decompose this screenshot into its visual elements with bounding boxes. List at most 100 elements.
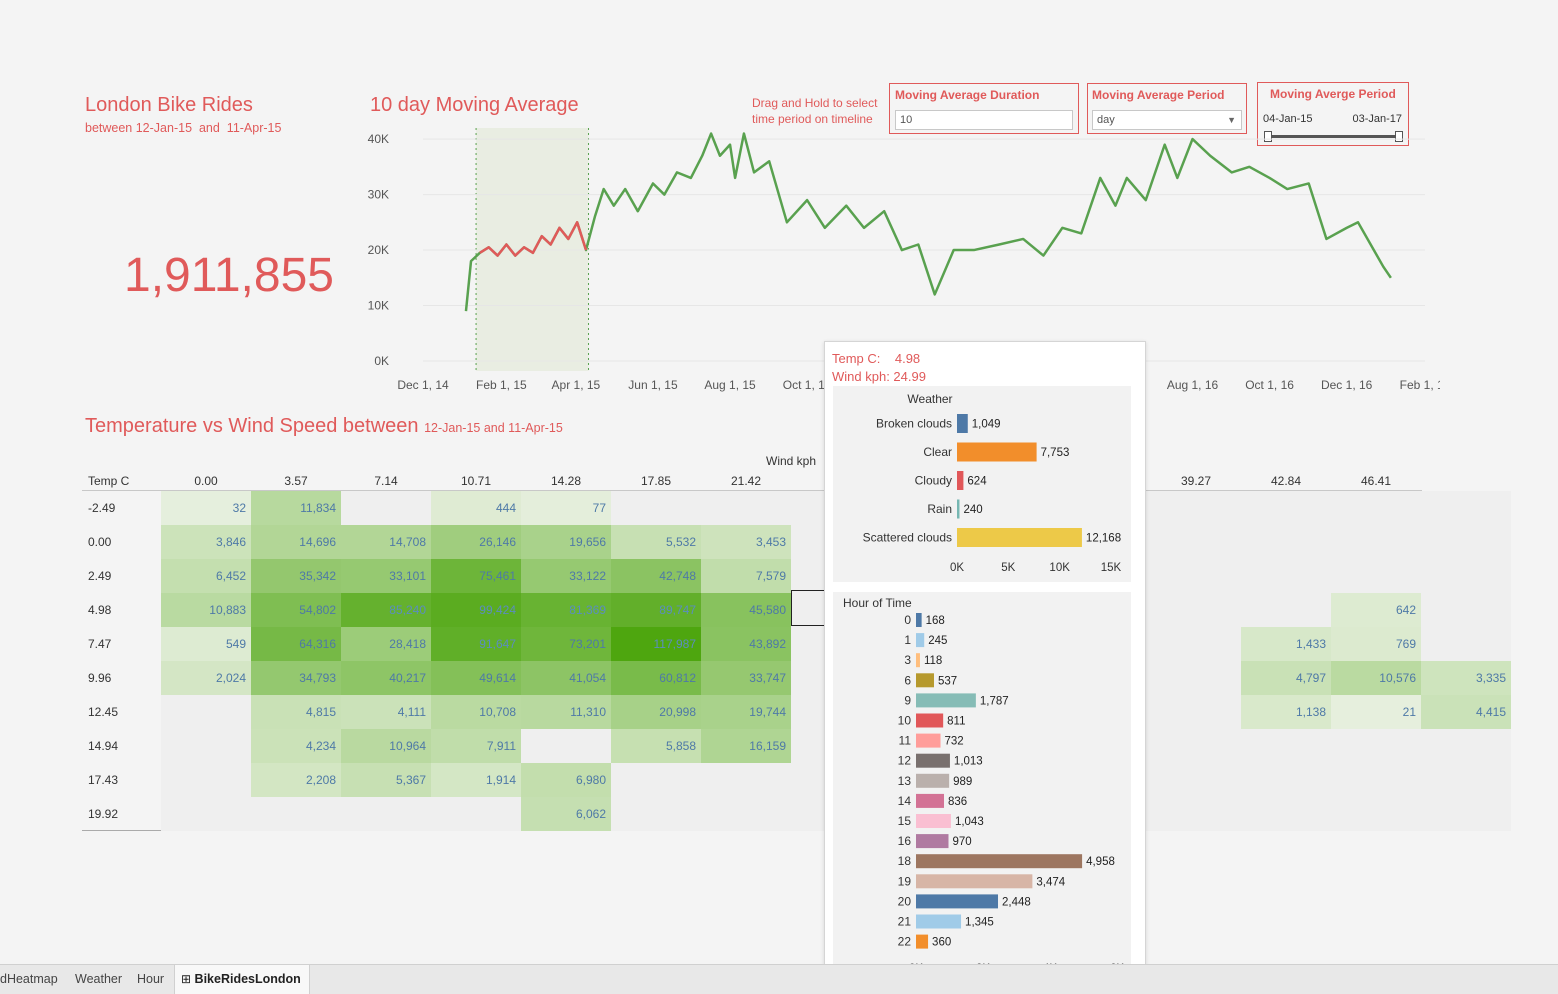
heatmap-cell[interactable]: 642 [1331, 593, 1421, 627]
bar[interactable] [916, 793, 945, 808]
heatmap-cell[interactable]: 26,146 [431, 525, 521, 559]
heatmap-cell[interactable]: 7,579 [701, 559, 791, 593]
heatmap-cell[interactable]: 10,576 [1331, 661, 1421, 695]
heatmap-cell[interactable]: 14,696 [251, 525, 341, 559]
heatmap-cell[interactable] [1241, 729, 1331, 763]
heatmap-cell[interactable] [1331, 729, 1421, 763]
heatmap-cell[interactable] [1151, 491, 1241, 525]
heatmap-cell[interactable] [1151, 559, 1241, 593]
bar[interactable] [957, 528, 1082, 547]
heatmap-cell[interactable]: 11,310 [521, 695, 611, 729]
bar[interactable] [916, 874, 1033, 889]
heatmap-cell[interactable] [1151, 797, 1241, 831]
heatmap-cell[interactable] [611, 491, 701, 525]
heatmap-cell[interactable] [1151, 763, 1241, 797]
heatmap-cell[interactable]: 33,101 [341, 559, 431, 593]
bar[interactable] [916, 854, 1083, 869]
heatmap-cell[interactable]: 2,024 [161, 661, 251, 695]
bar[interactable] [916, 613, 922, 627]
heatmap-cell[interactable] [611, 797, 701, 831]
heatmap-cell[interactable]: 21 [1331, 695, 1421, 729]
heatmap-cell[interactable]: 77 [521, 491, 611, 525]
heatmap-cell[interactable] [431, 797, 521, 831]
bar[interactable] [916, 814, 951, 828]
heatmap-cell[interactable]: 19,744 [701, 695, 791, 729]
heatmap-cell[interactable]: 89,747 [611, 593, 701, 627]
heatmap-cell[interactable]: 42,748 [611, 559, 701, 593]
heatmap-cell[interactable] [161, 729, 251, 763]
heatmap-cell[interactable]: 99,424 [431, 593, 521, 627]
heatmap-cell[interactable]: 32 [161, 491, 251, 525]
heatmap-cell[interactable]: 4,797 [1241, 661, 1331, 695]
heatmap-cell[interactable]: 769 [1331, 627, 1421, 661]
heatmap-cell[interactable] [701, 491, 791, 525]
heatmap-cell[interactable] [1421, 627, 1511, 661]
heatmap-cell[interactable] [1331, 559, 1421, 593]
heatmap-cell[interactable]: 3,453 [701, 525, 791, 559]
bar[interactable] [957, 414, 968, 433]
bar[interactable] [916, 653, 920, 668]
bar[interactable] [957, 499, 960, 519]
heatmap-cell[interactable]: 73,201 [521, 627, 611, 661]
heatmap-cell[interactable] [1151, 525, 1241, 559]
heatmap-cell[interactable] [1151, 661, 1241, 695]
bar[interactable] [957, 442, 1037, 462]
tab-hour[interactable]: Hour [137, 972, 164, 986]
bar[interactable] [916, 934, 929, 949]
heatmap-cell[interactable]: 2,208 [251, 763, 341, 797]
heatmap-cell[interactable]: 6,452 [161, 559, 251, 593]
heatmap-cell[interactable] [161, 763, 251, 797]
heatmap-cell[interactable] [1151, 627, 1241, 661]
heatmap-cell[interactable]: 75,461 [431, 559, 521, 593]
heatmap-cell[interactable] [1421, 559, 1511, 593]
heatmap-cell[interactable]: 16,159 [701, 729, 791, 763]
heatmap-cell[interactable] [611, 763, 701, 797]
heatmap-cell[interactable]: 19,656 [521, 525, 611, 559]
bar[interactable] [916, 773, 950, 788]
heatmap-cell[interactable] [161, 695, 251, 729]
heatmap-cell[interactable]: 10,708 [431, 695, 521, 729]
heatmap-cell[interactable]: 5,532 [611, 525, 701, 559]
heatmap-cell[interactable]: 34,793 [251, 661, 341, 695]
heatmap-cell[interactable]: 91,647 [431, 627, 521, 661]
heatmap-cell[interactable] [1421, 593, 1511, 627]
heatmap-cell[interactable]: 1,138 [1241, 695, 1331, 729]
heatmap-cell[interactable]: 43,892 [701, 627, 791, 661]
heatmap-cell[interactable] [1241, 797, 1331, 831]
heatmap-cell[interactable] [1241, 593, 1331, 627]
tab-weather[interactable]: Weather [75, 972, 122, 986]
heatmap-cell[interactable] [341, 797, 431, 831]
heatmap-cell[interactable]: 1,433 [1241, 627, 1331, 661]
heatmap-cell[interactable]: 549 [161, 627, 251, 661]
tab-bikerideslondon[interactable]: ⊞ BikeRidesLondon [174, 965, 310, 994]
heatmap-cell[interactable]: 81,369 [521, 593, 611, 627]
bar[interactable] [916, 914, 962, 929]
heatmap-cell[interactable] [1421, 491, 1511, 525]
heatmap-cell[interactable] [701, 797, 791, 831]
bar[interactable] [916, 894, 999, 909]
heatmap-cell[interactable]: 3,846 [161, 525, 251, 559]
heatmap-cell[interactable] [1331, 763, 1421, 797]
heatmap-cell[interactable]: 4,234 [251, 729, 341, 763]
bar[interactable] [916, 834, 949, 849]
heatmap-cell[interactable]: 4,815 [251, 695, 341, 729]
heatmap-cell[interactable]: 6,062 [521, 797, 611, 831]
heatmap-cell[interactable]: 33,747 [701, 661, 791, 695]
heatmap-cell[interactable] [1331, 525, 1421, 559]
bar[interactable] [916, 713, 944, 728]
heatmap-cell[interactable] [1421, 525, 1511, 559]
bar[interactable] [957, 471, 964, 490]
heatmap-cell[interactable]: 6,980 [521, 763, 611, 797]
heatmap-cell[interactable]: 60,812 [611, 661, 701, 695]
heatmap-cell[interactable] [1151, 593, 1241, 627]
heatmap-cell[interactable]: 3,335 [1421, 661, 1511, 695]
heatmap-cell[interactable] [1241, 525, 1331, 559]
heatmap-cell[interactable]: 49,614 [431, 661, 521, 695]
heatmap-cell[interactable]: 20,998 [611, 695, 701, 729]
heatmap-cell[interactable] [341, 491, 431, 525]
heatmap-cell[interactable]: 54,802 [251, 593, 341, 627]
heatmap-cell[interactable]: 5,858 [611, 729, 701, 763]
heatmap-cell[interactable]: 41,054 [521, 661, 611, 695]
bar[interactable] [916, 693, 976, 708]
heatmap-cell[interactable]: 7,911 [431, 729, 521, 763]
